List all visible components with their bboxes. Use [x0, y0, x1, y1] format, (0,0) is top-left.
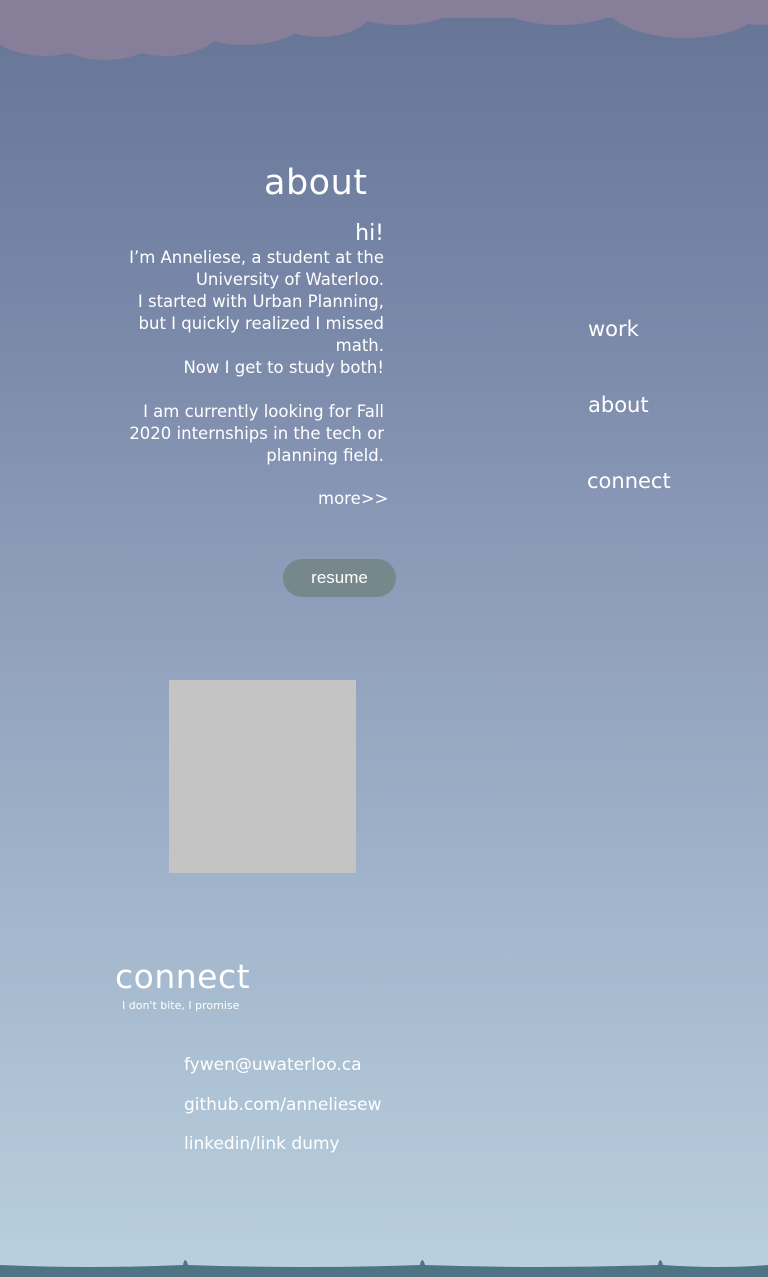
- nav-about[interactable]: about: [588, 393, 649, 417]
- about-line: planning field.: [266, 446, 384, 465]
- about-text: hi! I’m Anneliese, a student at the Univ…: [100, 220, 384, 467]
- about-line: math.: [335, 336, 384, 355]
- waves-decoration: [0, 1260, 768, 1277]
- photo-placeholder: [169, 680, 356, 873]
- about-line: but I quickly realized I missed: [138, 314, 384, 333]
- more-link[interactable]: more>>: [318, 489, 388, 508]
- connect-subtitle: I don't bite, I promise: [122, 999, 240, 1012]
- nav-work[interactable]: work: [588, 317, 639, 341]
- linkedin-link[interactable]: linkedin/link dumy: [184, 1134, 340, 1154]
- email-link[interactable]: fywen@uwaterloo.ca: [184, 1055, 362, 1075]
- about-line: I started with Urban Planning,: [137, 292, 384, 311]
- about-line: 2020 internships in the tech or: [129, 424, 384, 443]
- about-line: University of Waterloo.: [195, 270, 384, 289]
- about-line: I’m Anneliese, a student at the: [129, 248, 384, 267]
- github-link[interactable]: github.com/anneliesew: [184, 1095, 382, 1115]
- clouds-decoration: [0, 0, 768, 60]
- about-line: Now I get to study both!: [183, 358, 384, 377]
- connect-heading: connect: [115, 957, 251, 996]
- greeting: hi!: [355, 221, 384, 246]
- about-heading: about: [264, 163, 368, 203]
- about-line: I am currently looking for Fall: [143, 402, 384, 421]
- nav-connect[interactable]: connect: [587, 469, 671, 493]
- resume-button[interactable]: resume: [283, 559, 396, 597]
